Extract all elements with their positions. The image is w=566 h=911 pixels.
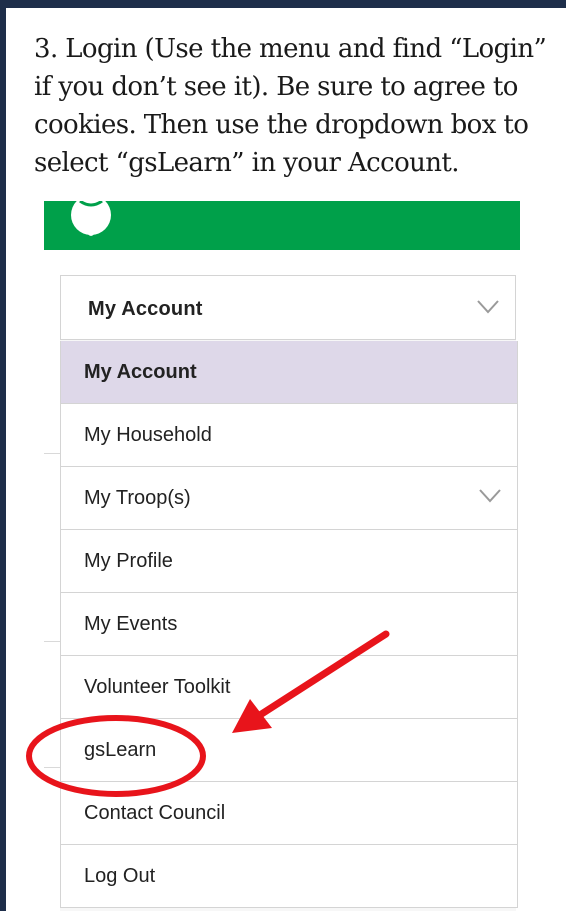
instruction-line: select “gsLearn” in your Account.	[34, 148, 460, 178]
menu-item-label: My Troop(s)	[84, 487, 191, 509]
menu-item-my-household[interactable]: My Household	[61, 404, 517, 467]
trefoil-logo-icon[interactable]	[58, 201, 124, 243]
instruction-line: cookies. Then use the dropdown box to	[34, 110, 529, 140]
frame-left-border	[0, 0, 6, 911]
header-bar	[44, 201, 520, 250]
menu-item-my-events[interactable]: My Events	[61, 593, 517, 656]
menu-item-contact-council[interactable]: Contact Council	[61, 782, 517, 845]
menu-item-my-profile[interactable]: My Profile	[61, 530, 517, 593]
menu-item-label: My Profile	[84, 550, 173, 572]
menu-item-label: My Account	[84, 361, 197, 383]
chevron-down-icon	[477, 300, 499, 314]
account-dropdown[interactable]: My Account	[60, 275, 516, 340]
menu-item-label: Contact Council	[84, 802, 226, 824]
menu-item-label: My Events	[84, 613, 178, 635]
menu-item-gslearn[interactable]: gsLearn	[61, 719, 517, 782]
frame-top-border	[0, 0, 566, 8]
menu-item-log-out[interactable]: Log Out	[61, 845, 517, 908]
chevron-down-icon[interactable]	[479, 489, 501, 503]
menu-item-label: My Household	[84, 424, 212, 446]
menu-item-my-troops[interactable]: My Troop(s)	[61, 467, 517, 530]
account-dropdown-value: My Account	[88, 298, 203, 320]
menu-item-label: Log Out	[84, 865, 156, 887]
instruction-text: 3. Login (Use the menu and find “Login” …	[34, 30, 559, 182]
menu-item-label: Volunteer Toolkit	[84, 676, 231, 698]
instruction-line: if you don’t see it). Be sure to agree t…	[34, 72, 518, 102]
instruction-line: 3. Login (Use the menu and find “Login”	[34, 34, 547, 64]
menu-item-volunteer-toolkit[interactable]: Volunteer Toolkit	[61, 656, 517, 719]
account-menu: My Account My Household My Troop(s) My P…	[60, 341, 518, 908]
menu-item-label: gsLearn	[84, 739, 157, 761]
embedded-screenshot: My Account My Account My Household My Tr…	[44, 201, 520, 911]
menu-item-my-account[interactable]: My Account	[61, 341, 517, 404]
